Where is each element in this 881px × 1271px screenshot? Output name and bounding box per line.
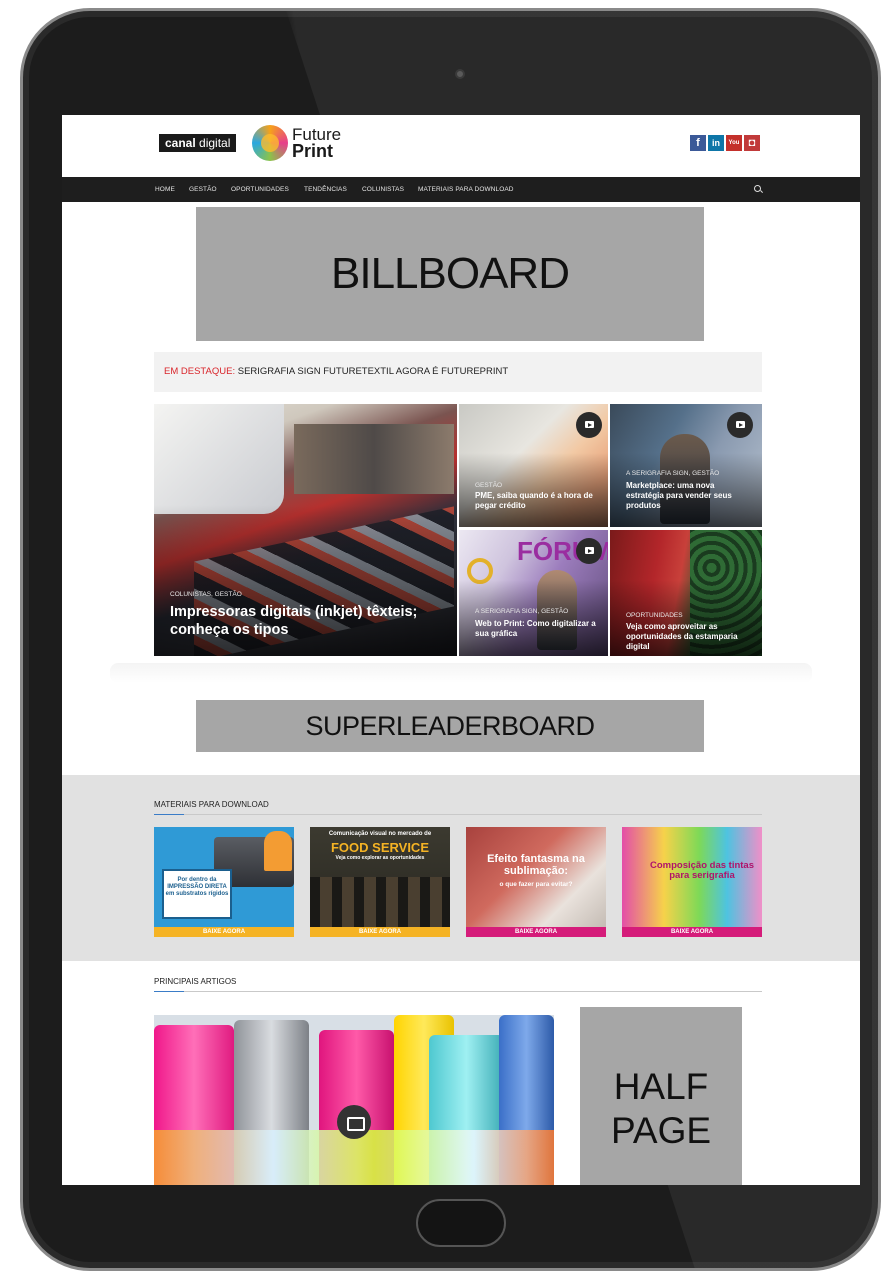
billboard-ad[interactable]: BILLBOARD [196,207,704,341]
home-button[interactable] [416,1199,506,1247]
youtube-icon[interactable]: You [726,135,742,151]
nav-gestao[interactable]: GESTÃO [189,177,217,202]
person-illustration [264,831,292,871]
printer-image [154,404,284,514]
tile-category: GESTÃO [475,482,503,489]
half-page-ad[interactable]: HALF PAGE [580,1007,742,1185]
section-title: PRINCIPAIS ARTIGOS [154,977,237,986]
futureprint-logo-icon[interactable] [252,125,288,161]
facebook-icon[interactable]: f [690,135,706,151]
tile-title[interactable]: Impressoras digitais (inkjet) têxteis; c… [170,603,447,639]
tile-category: A SERIGRAFIA SIGN, GESTÃO [626,470,720,477]
section-divider [154,814,762,815]
ticker-label: EM DESTAQUE: [164,366,236,377]
featured-tile-marketplace[interactable]: A SERIGRAFIA SIGN, GESTÃO Marketplace: u… [610,404,762,527]
featured-tile-web-to-print[interactable]: FÓRUM A SERIGRAFIA SIGN, GESTÃO Web to P… [459,530,608,656]
tile-category: A SERIGRAFIA SIGN, GESTÃO [475,608,569,615]
tile-category: OPORTUNIDADES [626,612,683,619]
camera-icon[interactable] [337,1105,371,1139]
linkedin-icon[interactable]: in [708,135,724,151]
featured-tile-credit[interactable]: GESTÃO PME, saiba quando é a hora de peg… [459,404,608,527]
download-button[interactable]: BAIXE AGORA [622,927,762,937]
website-screen: canal digital Future Print f in You ◘ HO… [62,115,860,1185]
download-card[interactable]: Comunicação visual no mercado de FOOD SE… [310,827,450,937]
card-caption-sub: Veja como explorar as oportunidades [335,855,425,861]
superleaderboard-ad[interactable]: SUPERLEADERBOARD [196,700,704,752]
main-nav: HOME GESTÃO OPORTUNIDADES TENDÊNCIAS COL… [62,177,860,202]
nav-oportunidades[interactable]: OPORTUNIDADES [231,177,289,202]
card-caption-top: Comunicação visual no mercado de [328,831,432,837]
tile-title[interactable]: Web to Print: Como digitalizar a sua grá… [475,619,598,639]
card-caption: Por dentro da IMPRESSÃO DIRETA em substr… [162,869,232,919]
tile-category: COLUNISTAS, GESTÃO [170,591,242,598]
instagram-icon[interactable]: ◘ [744,135,760,151]
article-image[interactable] [154,1015,554,1185]
card-caption-main: Efeito fantasma na sublimação: [487,853,585,877]
logo-future-text: Future [292,125,342,144]
download-card[interactable]: Efeito fantasma na sublimação: o que faz… [466,827,606,937]
featured-tile-estamparia[interactable]: OPORTUNIDADES Veja como aproveitar as op… [610,530,762,656]
nav-tendencias[interactable]: TENDÊNCIAS [304,177,347,202]
download-card[interactable]: Por dentro da IMPRESSÃO DIRETA em substr… [154,827,294,937]
section-title: MATERIAIS PARA DOWNLOAD [154,800,269,809]
nav-home[interactable]: HOME [155,177,175,202]
highlight-ticker: EM DESTAQUE: SERIGRAFIA SIGN FUTURETEXTI… [154,352,762,392]
card-caption-main: FOOD SERVICE [330,840,429,855]
download-button[interactable]: BAIXE AGORA [466,927,606,937]
nav-materiais-download[interactable]: MATERIAIS PARA DOWNLOAD [418,177,514,202]
tile-title[interactable]: PME, saiba quando é a hora de pegar créd… [475,491,598,511]
canal-digital-logo[interactable]: canal digital [159,134,237,152]
download-button[interactable]: BAIXE AGORA [310,927,450,937]
ticker-headline[interactable]: SERIGRAFIA SIGN FUTURETEXTIL AGORA É FUT… [238,366,508,377]
video-icon[interactable] [576,412,602,438]
video-icon[interactable] [727,412,753,438]
video-icon[interactable] [576,538,602,564]
download-button[interactable]: BAIXE AGORA [154,927,294,937]
downloads-section: MATERIAIS PARA DOWNLOAD Por dentro da IM… [62,775,860,961]
half-page-line1: HALF [613,1066,709,1107]
card-caption-main: Composição das tintas para serigrafia [650,860,754,881]
tile-title[interactable]: Marketplace: uma nova estratégia para ve… [626,481,752,511]
half-page-line2: PAGE [610,1110,712,1151]
logo-print-text: Print [292,141,334,161]
tile-title[interactable]: Veja como aproveitar as oportunidades da… [626,622,752,652]
restaurant-image [310,877,450,927]
crowd-image [294,424,454,494]
site-header: canal digital Future Print f in You ◘ [62,115,860,177]
section-divider [154,991,762,992]
featured-main-tile[interactable]: COLUNISTAS, GESTÃO Impressoras digitais … [154,404,457,656]
download-card[interactable]: Composição das tintas para serigrafia BA… [622,827,762,937]
card-caption-sub: o que fazer para evitar? [499,881,573,888]
search-icon[interactable] [754,185,761,192]
front-camera [455,69,465,79]
nav-colunistas[interactable]: COLUNISTAS [362,177,404,202]
section-shadow [110,663,812,683]
